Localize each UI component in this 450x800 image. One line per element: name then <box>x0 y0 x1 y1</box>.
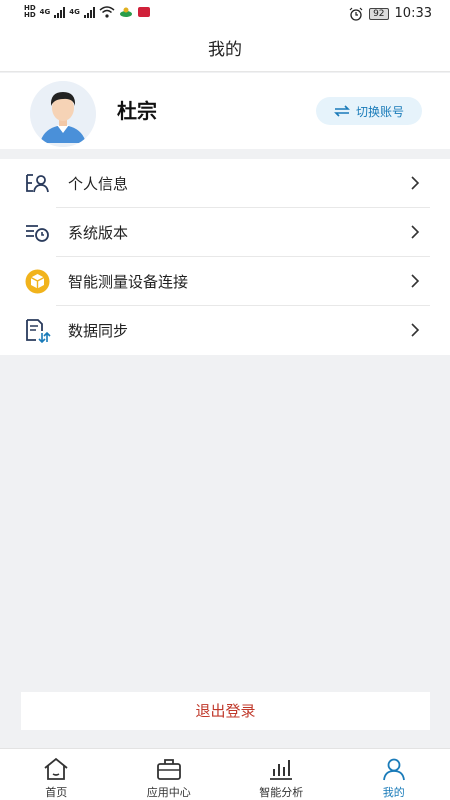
version-clock-icon <box>26 225 49 242</box>
switch-account-label: 切换账号 <box>355 104 404 119</box>
network-4g-label-2: 4G <box>69 7 80 16</box>
menu-label: 个人信息 <box>68 175 129 193</box>
status-right: 92 10:33 <box>349 6 432 21</box>
menu-label: 系统版本 <box>68 224 129 242</box>
chevron-right-icon <box>411 274 420 288</box>
person-card-icon <box>26 174 49 193</box>
swap-icon <box>334 105 350 117</box>
bottom-tab-bar: 首页 应用中心 智能分析 我的 <box>0 748 450 800</box>
sync-document-icon <box>26 319 51 343</box>
profile-card: 杜宗 切换账号 <box>0 73 450 149</box>
user-icon <box>382 758 405 781</box>
tab-smart-analysis[interactable]: 智能分析 <box>225 749 338 800</box>
menu-item-data-sync[interactable]: 数据同步 <box>0 306 450 355</box>
app-notification-icon-2 <box>137 7 150 17</box>
briefcase-icon <box>156 759 181 780</box>
wifi-icon <box>99 6 115 18</box>
tab-label: 我的 <box>382 786 405 799</box>
user-avatar-icon <box>30 81 96 147</box>
tab-mine[interactable]: 我的 <box>338 749 450 800</box>
alarm-icon <box>349 7 363 21</box>
tab-app-center[interactable]: 应用中心 <box>113 749 226 800</box>
tab-label: 首页 <box>45 786 68 799</box>
status-bar: HD HD 4G 4G 92 10:33 <box>0 0 450 28</box>
user-name: 杜宗 <box>117 99 157 123</box>
home-icon <box>44 757 68 780</box>
status-left: HD HD 4G 4G <box>24 5 151 19</box>
tab-home[interactable]: 首页 <box>0 749 113 800</box>
menu-item-system-version[interactable]: 系统版本 <box>0 208 450 257</box>
network-4g-label-1: 4G <box>39 7 51 16</box>
menu-item-device-connection[interactable]: 智能测量设备连接 <box>0 257 450 306</box>
tab-label: 应用中心 <box>146 786 191 799</box>
menu-label: 智能测量设备连接 <box>68 273 189 291</box>
menu-label: 数据同步 <box>68 322 129 340</box>
chevron-right-icon <box>411 323 420 337</box>
chevron-right-icon <box>411 176 420 190</box>
signal-icon-2 <box>83 6 95 18</box>
tab-label: 智能分析 <box>259 786 304 799</box>
status-time: 10:33 <box>394 6 432 21</box>
bar-chart-icon <box>270 760 293 780</box>
menu-item-personal-info[interactable]: 个人信息 <box>0 159 450 208</box>
app-notification-icon <box>119 7 132 17</box>
page-title: 我的 <box>0 28 450 72</box>
switch-account-button[interactable]: 切换账号 <box>316 97 422 125</box>
hd-label-2: HD <box>24 11 36 19</box>
settings-menu: 个人信息 系统版本 智能测量设备连接 数据同步 <box>0 159 450 355</box>
battery-level: 92 <box>369 7 389 20</box>
signal-icon <box>54 6 66 18</box>
chevron-right-icon <box>411 225 420 239</box>
avatar[interactable] <box>30 81 96 147</box>
hd-indicators: HD HD <box>24 5 36 19</box>
device-cube-icon <box>25 269 50 294</box>
logout-button[interactable]: 退出登录 <box>21 692 430 730</box>
